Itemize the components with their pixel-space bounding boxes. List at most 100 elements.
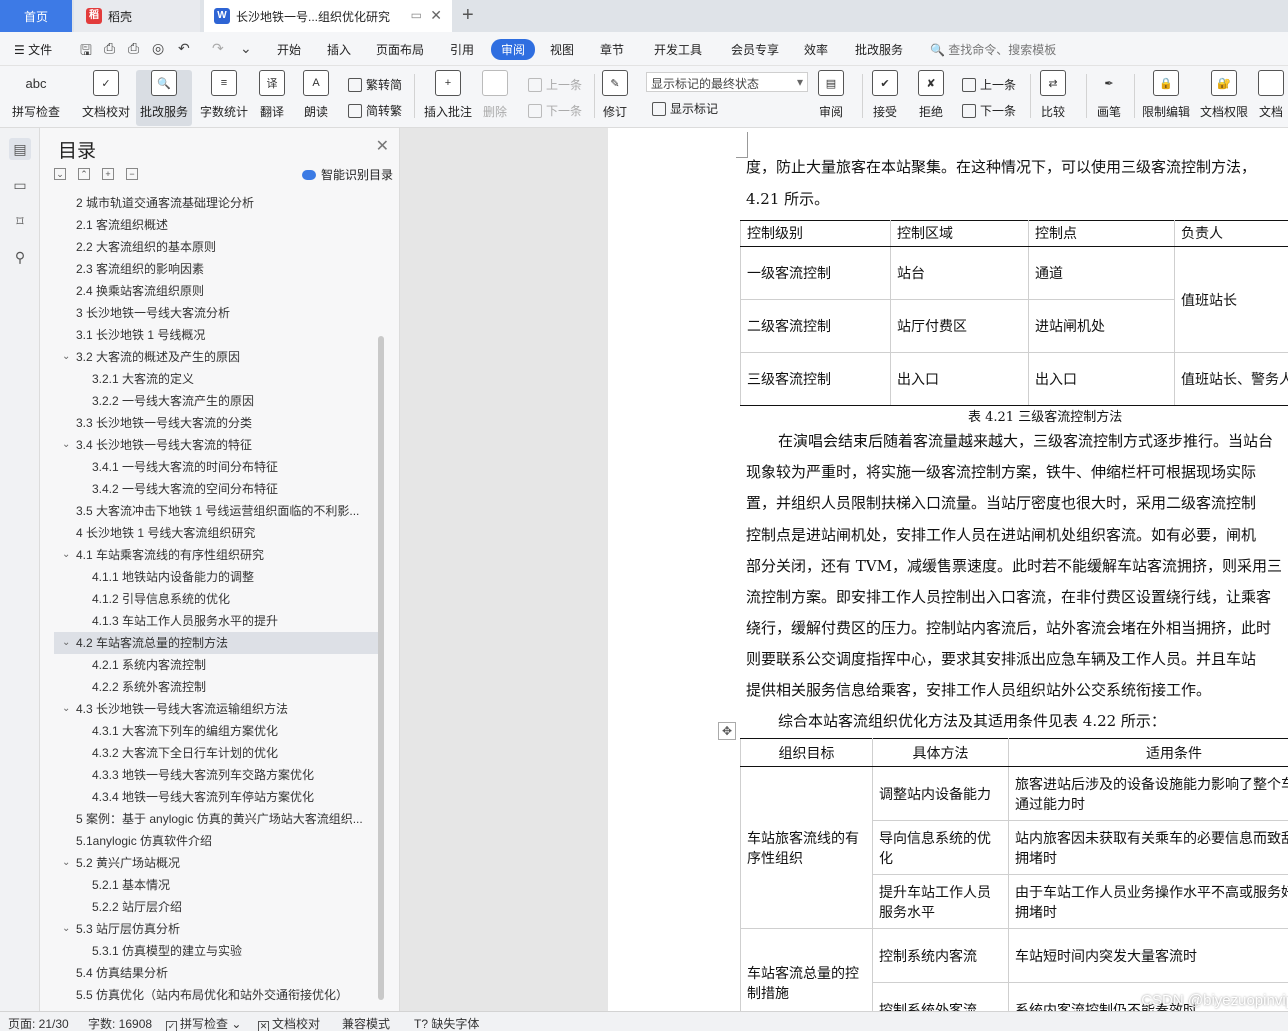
close-tab-icon[interactable]: ✕ — [430, 7, 442, 24]
expand-chevron-icon[interactable]: ⌄ — [62, 346, 70, 368]
correction-service-button[interactable]: 🔍 批改服务 — [136, 70, 193, 126]
toc-item[interactable]: 5.2.1 基本情况 — [54, 874, 380, 896]
toc-item[interactable]: 5.2.2 站厅层介绍 — [54, 896, 380, 918]
restrict-edit-button[interactable]: 🔒 限制编辑 — [1142, 70, 1190, 120]
table-move-handle-icon[interactable]: ✥ — [718, 722, 736, 740]
pen-button[interactable]: ✒ 画笔 — [1096, 70, 1122, 120]
toc-item[interactable]: 3.4.1 一号线大客流的时间分布特征 — [54, 456, 380, 478]
page-indicator[interactable]: 页面: 21/30 — [8, 1015, 69, 1031]
monitor-icon[interactable]: ▭ — [411, 8, 422, 22]
menu-references[interactable]: 引用 — [450, 41, 474, 58]
toc-item[interactable]: ⌄ 5.3 站厅层仿真分析 — [54, 918, 380, 940]
word-count-indicator[interactable]: 字数: 16908 — [88, 1015, 152, 1031]
toc-item[interactable]: 4.2.2 系统外客流控制 — [54, 676, 380, 698]
markup-display-select[interactable]: 显示标记的最终状态 — [646, 72, 808, 92]
expand-up-icon[interactable]: ⌃ — [78, 168, 90, 180]
doc-rights-button[interactable]: 🔐 文档权限 — [1200, 70, 1248, 120]
toc-item[interactable]: 3.3 长沙地铁一号线大客流的分类 — [54, 412, 380, 434]
toc-item[interactable]: 5.1anylogic 仿真软件介绍 — [54, 830, 380, 852]
revise-button[interactable]: ✎ 修订 — [602, 70, 628, 120]
menu-efficiency[interactable]: 效率 — [804, 41, 828, 58]
toc-item[interactable]: 4.1.2 引导信息系统的优化 — [54, 588, 380, 610]
document-page[interactable]: 度，防止大量旅客在本站聚集。在这种情况下，可以使用三级客流控制方法， 4.21 … — [608, 128, 1288, 1011]
expand-chevron-icon[interactable]: ⌄ — [62, 918, 70, 940]
add-heading-icon[interactable]: + — [102, 168, 114, 180]
undo-icon[interactable]: ↶ — [178, 40, 190, 57]
toc-item[interactable]: ⌄ 4.3 长沙地铁一号线大客流运输组织方法 — [54, 698, 380, 720]
next-change-button[interactable]: 下一条 — [962, 102, 1016, 119]
toc-item[interactable]: 2 城市轨道交通客流基础理论分析 — [54, 192, 380, 214]
toc-nav-icon[interactable]: ▤ — [9, 138, 31, 160]
word-count-button[interactable]: ≡ 字数统计 — [200, 70, 248, 120]
toc-item[interactable]: ⌄ 4.1 车站乘客流线的有序性组织研究 — [54, 544, 380, 566]
prev-change-button[interactable]: 上一条 — [962, 76, 1016, 93]
expand-chevron-icon[interactable]: ⌄ — [62, 632, 70, 654]
menu-start[interactable]: 开始 — [277, 41, 301, 58]
toc-item[interactable]: 5.4 仿真结果分析 — [54, 962, 380, 984]
more-chevron-icon[interactable]: ⌄ — [240, 40, 252, 57]
menu-review[interactable]: 审阅 — [491, 39, 536, 60]
expand-chevron-icon[interactable]: ⌄ — [62, 544, 70, 566]
toc-item[interactable]: 2.1 客流组织概述 — [54, 214, 380, 236]
collapse-all-icon[interactable]: ⌄ — [54, 168, 66, 180]
toc-item[interactable]: 2.3 客流组织的影响因素 — [54, 258, 380, 280]
toc-item[interactable]: 4.3.4 地铁一号线大客流列车停站方案优化 — [54, 786, 380, 808]
menu-member[interactable]: 会员专享 — [731, 41, 779, 58]
tab-document[interactable]: W 长沙地铁一号...组织优化研究 ▭ ✕ — [204, 0, 452, 32]
compare-button[interactable]: ⇄ 比较 — [1040, 70, 1066, 120]
doc-more-button[interactable]: 文档 — [1258, 70, 1284, 120]
menu-page-layout[interactable]: 页面布局 — [376, 41, 424, 58]
toc-item[interactable]: 3 长沙地铁一号线大客流分析 — [54, 302, 380, 324]
toc-item[interactable]: 3.2.1 大客流的定义 — [54, 368, 380, 390]
command-search[interactable]: 🔍 查找命令、搜索模板 — [930, 41, 1056, 58]
toc-item[interactable]: 2.4 换乘站客流组织原则 — [54, 280, 380, 302]
toc-item[interactable]: 4.3.3 地铁一号线大客流列车交路方案优化 — [54, 764, 380, 786]
redo-icon[interactable]: ↷ — [212, 40, 224, 57]
insert-comment-button[interactable]: + 插入批注 — [424, 70, 472, 120]
file-menu-button[interactable]: ☰ 文件 — [14, 41, 52, 58]
toc-item[interactable]: 4 长沙地铁 1 号线大客流组织研究 — [54, 522, 380, 544]
toc-item[interactable]: 3.2.2 一号线大客流产生的原因 — [54, 390, 380, 412]
spell-check-toggle[interactable]: ✓ 拼写检查 ⌄ — [166, 1015, 241, 1031]
read-aloud-button[interactable]: A 朗读 — [303, 70, 329, 120]
new-tab-button[interactable]: + — [462, 4, 474, 27]
remove-heading-icon[interactable]: − — [126, 168, 138, 180]
chapter-nav-icon[interactable]: ▭ — [9, 174, 31, 196]
prev-comment-button[interactable]: 上一条 — [528, 76, 582, 93]
delete-comment-button[interactable]: 删除 — [482, 70, 508, 120]
toc-item[interactable]: 5 案例：基于 anylogic 仿真的黄兴广场站大客流组织... — [54, 808, 380, 830]
toc-item[interactable]: ⌄ 3.4 长沙地铁一号线大客流的特征 — [54, 434, 380, 456]
expand-chevron-icon[interactable]: ⌄ — [62, 434, 70, 456]
search-icon[interactable]: ⚲ — [9, 246, 31, 268]
toc-item[interactable]: 5.3.1 仿真模型的建立与实验 — [54, 940, 380, 962]
expand-chevron-icon[interactable]: ⌄ — [62, 698, 70, 720]
menu-correction[interactable]: 批改服务 — [855, 41, 903, 58]
translate-button[interactable]: 译翻译 — [259, 70, 285, 120]
toc-item[interactable]: 3.4.2 一号线大客流的空间分布特征 — [54, 478, 380, 500]
print-icon[interactable]: ⎙ — [128, 40, 139, 57]
missing-font-indicator[interactable]: T? 缺失字体 — [414, 1015, 479, 1031]
reject-button[interactable]: ✘ 拒绝 — [918, 70, 944, 120]
close-toc-icon[interactable]: ✕ — [376, 136, 389, 156]
smart-toc-button[interactable]: 智能识别目录 — [301, 166, 393, 183]
bookmark-icon[interactable]: ⌑ — [9, 210, 31, 232]
menu-view[interactable]: 视图 — [550, 41, 574, 58]
toc-item[interactable]: ⌄ 5.2 黄兴广场站概况 — [54, 852, 380, 874]
accept-button[interactable]: ✔ 接受 — [872, 70, 898, 120]
spell-check-button[interactable]: abc 拼写检查 — [12, 70, 60, 120]
simp-to-trad-button[interactable]: 简转繁 — [348, 102, 402, 119]
toc-item[interactable]: 4.3.1 大客流下列车的编组方案优化 — [54, 720, 380, 742]
toc-item[interactable]: 4.3.2 大客流下全日行车计划的优化 — [54, 742, 380, 764]
preview-icon[interactable]: ◎ — [152, 40, 164, 57]
menu-dev-tools[interactable]: 开发工具 — [654, 41, 702, 58]
expand-chevron-icon[interactable]: ⌄ — [62, 852, 70, 874]
toc-item[interactable]: ⌄ 4.2 车站客流总量的控制方法 — [54, 632, 380, 654]
proofread-button[interactable]: ✓ 文档校对 — [82, 70, 130, 120]
trad-to-simp-button[interactable]: 繁转简 — [348, 76, 402, 93]
toc-item[interactable]: 3.1 长沙地铁 1 号线概况 — [54, 324, 380, 346]
next-comment-button[interactable]: 下一条 — [528, 102, 582, 119]
toc-item[interactable]: ⌄ 3.2 大客流的概述及产生的原因 — [54, 346, 380, 368]
tab-daoke[interactable]: 稻稻壳 — [74, 0, 200, 32]
toc-scrollbar[interactable] — [378, 336, 384, 1000]
tab-home[interactable]: 首页 — [0, 0, 72, 32]
